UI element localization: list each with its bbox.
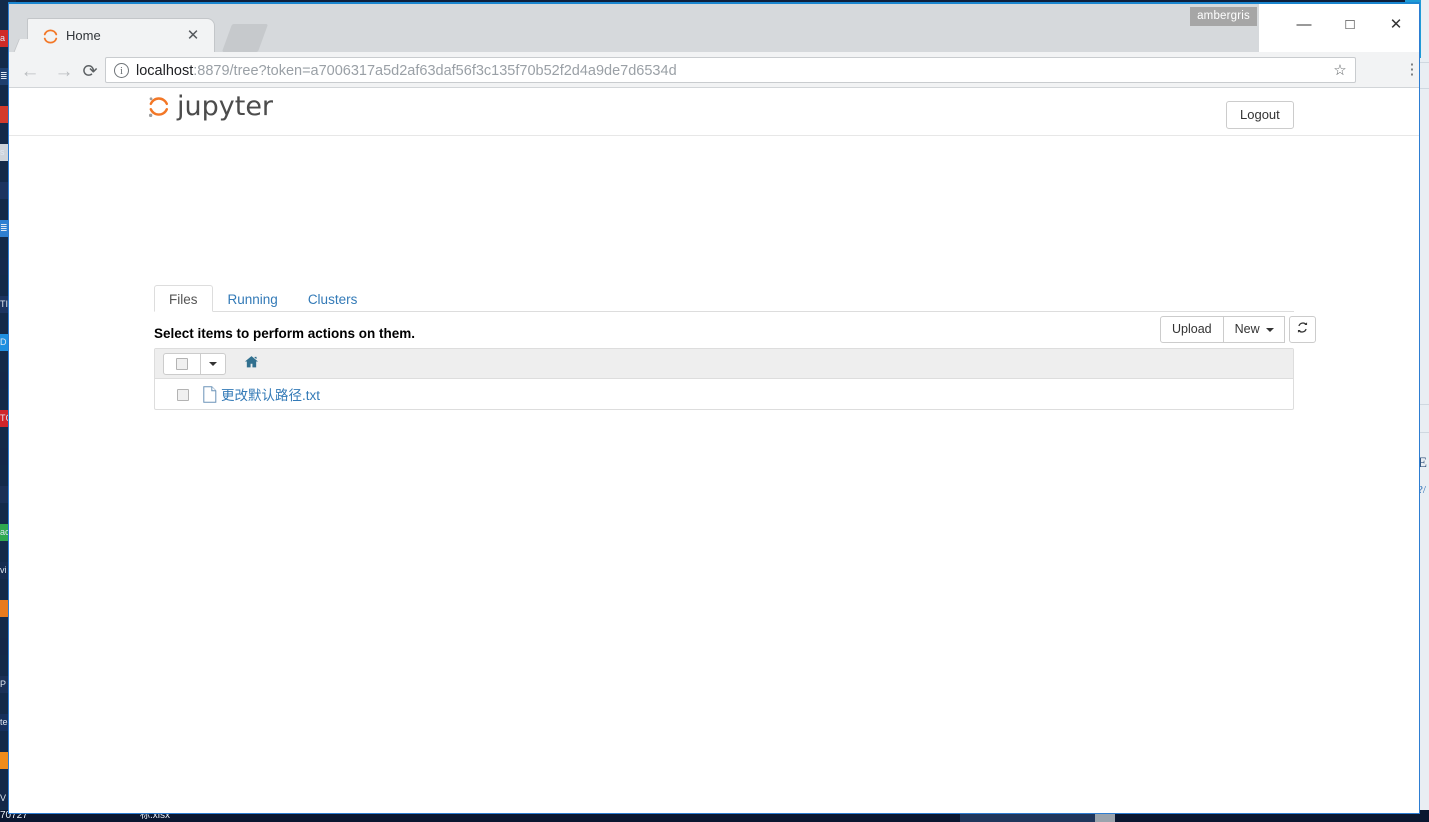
- tab-clusters[interactable]: Clusters: [293, 285, 373, 312]
- page-viewport: jupyter Logout Files Running Clusters Se…: [9, 88, 1419, 813]
- browser-toolbar: ← → ⟳ i localhost:8879/tree?token=a70063…: [9, 52, 1419, 88]
- jupyter-tab-bar: Files Running Clusters: [154, 285, 1294, 312]
- home-icon: [244, 355, 259, 374]
- window-tooltip-label: ambergris: [1190, 7, 1257, 26]
- upload-button[interactable]: Upload: [1160, 316, 1224, 343]
- window-controls: — □ ✕: [1281, 4, 1419, 44]
- minimize-icon[interactable]: —: [1281, 4, 1327, 44]
- address-bar-host: localhost: [136, 63, 194, 79]
- reload-icon[interactable]: ⟳: [77, 58, 103, 84]
- select-items-note: Select items to perform actions on them.: [154, 326, 416, 341]
- browser-tab-strip: Home ✕ ambergris — □ ✕: [9, 4, 1419, 52]
- select-all-checkbox[interactable]: [176, 358, 188, 370]
- chevron-down-icon: [209, 362, 217, 366]
- new-tab-button[interactable]: [221, 24, 269, 52]
- file-name-link[interactable]: 更改默认路径.txt: [221, 387, 320, 404]
- jupyter-logo-text: jupyter: [177, 91, 274, 122]
- browser-tab-title: Home: [66, 28, 101, 43]
- logout-button[interactable]: Logout: [1226, 101, 1294, 129]
- breadcrumb[interactable]: [244, 355, 259, 374]
- select-all-dropdown[interactable]: [200, 354, 225, 374]
- file-text-icon: [203, 386, 218, 404]
- address-bar-path: :8879/tree?token=a7006317a5d2af63daf56f3…: [193, 63, 677, 79]
- file-list-actions: Upload New: [1160, 316, 1316, 343]
- row-checkbox[interactable]: [177, 389, 189, 401]
- tab-running[interactable]: Running: [213, 285, 293, 312]
- refresh-icon: [1296, 321, 1309, 339]
- table-row[interactable]: 更改默认路径.txt: [155, 379, 1293, 409]
- chevron-down-icon: [1265, 327, 1274, 332]
- jupyter-favicon-icon: [42, 28, 59, 45]
- close-icon[interactable]: ✕: [184, 27, 202, 45]
- new-dropdown-button[interactable]: New: [1223, 316, 1285, 343]
- back-arrow-icon[interactable]: ←: [17, 58, 43, 84]
- select-all-checkbox-cell[interactable]: [164, 354, 200, 374]
- jupyter-logo[interactable]: jupyter: [146, 92, 273, 122]
- chrome-menu-icon[interactable]: ⋮: [1403, 60, 1420, 80]
- bookmark-star-icon[interactable]: ☆: [1331, 62, 1349, 80]
- refresh-button[interactable]: [1288, 316, 1316, 343]
- site-info-icon[interactable]: i: [114, 63, 129, 78]
- maximize-icon[interactable]: □: [1327, 4, 1373, 44]
- select-all-control[interactable]: [163, 353, 226, 375]
- file-list-toolbar: [155, 349, 1293, 379]
- tab-files[interactable]: Files: [154, 285, 213, 312]
- file-list: 更改默认路径.txt: [154, 348, 1294, 410]
- jupyter-logo-icon: [146, 93, 172, 121]
- jupyter-header: jupyter Logout: [9, 88, 1419, 136]
- forward-arrow-icon[interactable]: →: [51, 58, 77, 84]
- chrome-browser-window: Home ✕ ambergris — □ ✕ ← → ⟳ i localhost…: [8, 2, 1420, 814]
- address-bar[interactable]: i localhost:8879/tree?token=a7006317a5d2…: [105, 57, 1356, 83]
- browser-tab-home[interactable]: Home ✕: [27, 18, 215, 52]
- new-dropdown-label: New: [1234, 322, 1260, 336]
- window-close-icon[interactable]: ✕: [1373, 4, 1419, 44]
- address-bar-url: localhost:8879/tree?token=a7006317a5d2af…: [136, 61, 677, 81]
